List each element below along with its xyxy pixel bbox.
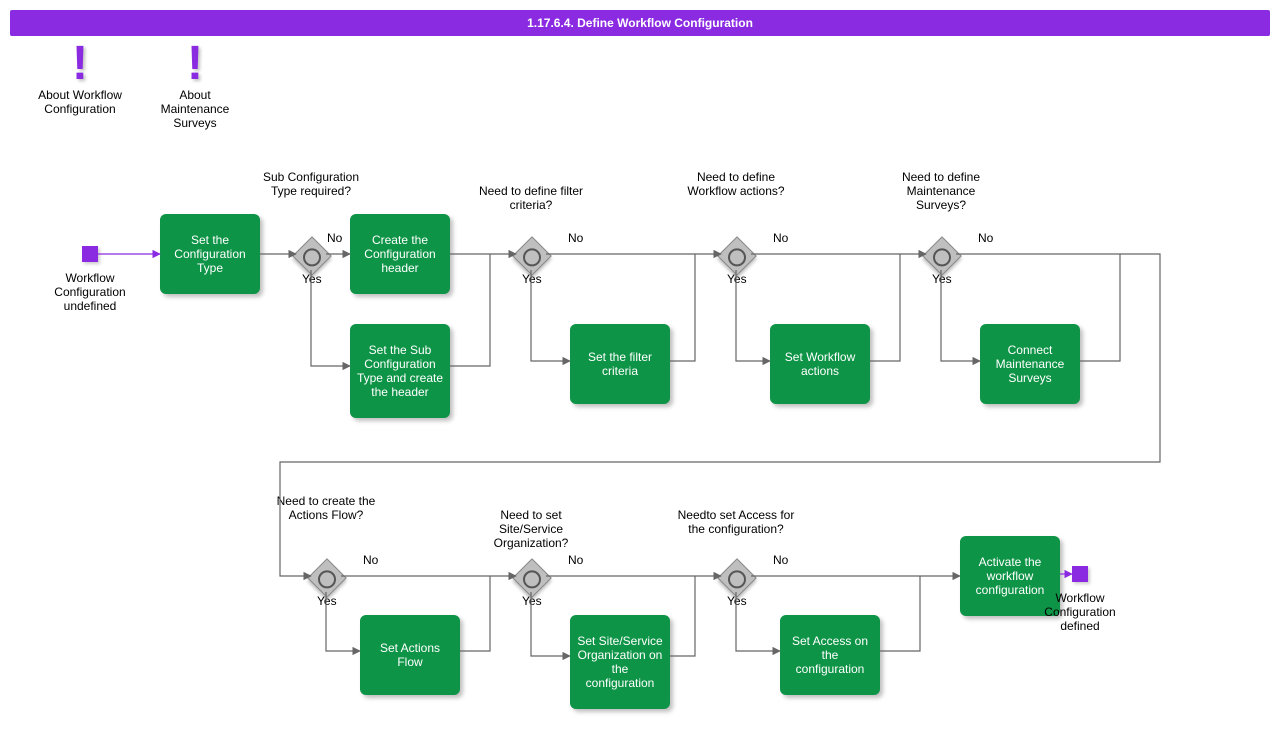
page-title: 1.17.6.4. Define Workflow Configuration <box>10 10 1270 36</box>
branch-no: No <box>978 231 993 245</box>
gateway-sub-config-required <box>292 236 332 276</box>
task-set-workflow-actions: Set Workflow actions <box>770 324 870 404</box>
end-event-label: Workflow Configuration defined <box>1030 591 1130 633</box>
gateway-label: Need to create the Actions Flow? <box>266 494 386 522</box>
end-event <box>1072 566 1088 582</box>
branch-yes: Yes <box>317 594 337 608</box>
branch-yes: Yes <box>727 594 747 608</box>
annotation-label: About Maintenance Surveys <box>145 88 245 130</box>
gateway-label: Need to define Maintenance Surveys? <box>881 170 1001 212</box>
exclamation-icon: ! <box>145 46 245 82</box>
gateway-workflow-actions <box>717 236 757 276</box>
gateway-filter-criteria <box>512 236 552 276</box>
annotation-label: About Workflow Configuration <box>30 88 130 116</box>
gateway-label: Needto set Access for the configuration? <box>676 508 796 536</box>
branch-no: No <box>363 553 378 567</box>
task-set-access: Set Access on the configuration <box>780 615 880 695</box>
exclamation-icon: ! <box>30 46 130 82</box>
branch-yes: Yes <box>522 594 542 608</box>
task-set-site-service-org: Set Site/Service Organization on the con… <box>570 615 670 709</box>
annotation-workflow-config: ! About Workflow Configuration <box>30 46 130 116</box>
branch-yes: Yes <box>522 272 542 286</box>
branch-yes: Yes <box>727 272 747 286</box>
diagram-canvas: ! About Workflow Configuration ! About M… <box>0 46 1280 686</box>
gateway-maintenance-surveys <box>922 236 962 276</box>
task-create-configuration-header: Create the Configuration header <box>350 214 450 294</box>
gateway-site-service-org <box>512 558 552 598</box>
gateway-label: Need to set Site/Service Organization? <box>471 508 591 550</box>
branch-no: No <box>773 231 788 245</box>
gateway-label: Need to define Workflow actions? <box>676 170 796 198</box>
gateway-actions-flow <box>307 558 347 598</box>
task-connect-maintenance-surveys: Connect Maintenance Surveys <box>980 324 1080 404</box>
branch-no: No <box>327 231 342 245</box>
annotation-maintenance-surveys: ! About Maintenance Surveys <box>145 46 245 130</box>
start-event-label: Workflow Configuration undefined <box>40 271 140 313</box>
task-set-sub-configuration: Set the Sub Configuration Type and creat… <box>350 324 450 418</box>
branch-no: No <box>568 231 583 245</box>
branch-no: No <box>568 553 583 567</box>
gateway-label: Sub Configuration Type required? <box>251 170 371 198</box>
gateway-label: Need to define filter criteria? <box>471 184 591 212</box>
branch-yes: Yes <box>932 272 952 286</box>
task-set-filter-criteria: Set the filter criteria <box>570 324 670 404</box>
start-event <box>82 246 98 262</box>
task-set-actions-flow: Set Actions Flow <box>360 615 460 695</box>
task-set-configuration-type: Set the Configuration Type <box>160 214 260 294</box>
branch-no: No <box>773 553 788 567</box>
branch-yes: Yes <box>302 272 322 286</box>
gateway-access <box>717 558 757 598</box>
